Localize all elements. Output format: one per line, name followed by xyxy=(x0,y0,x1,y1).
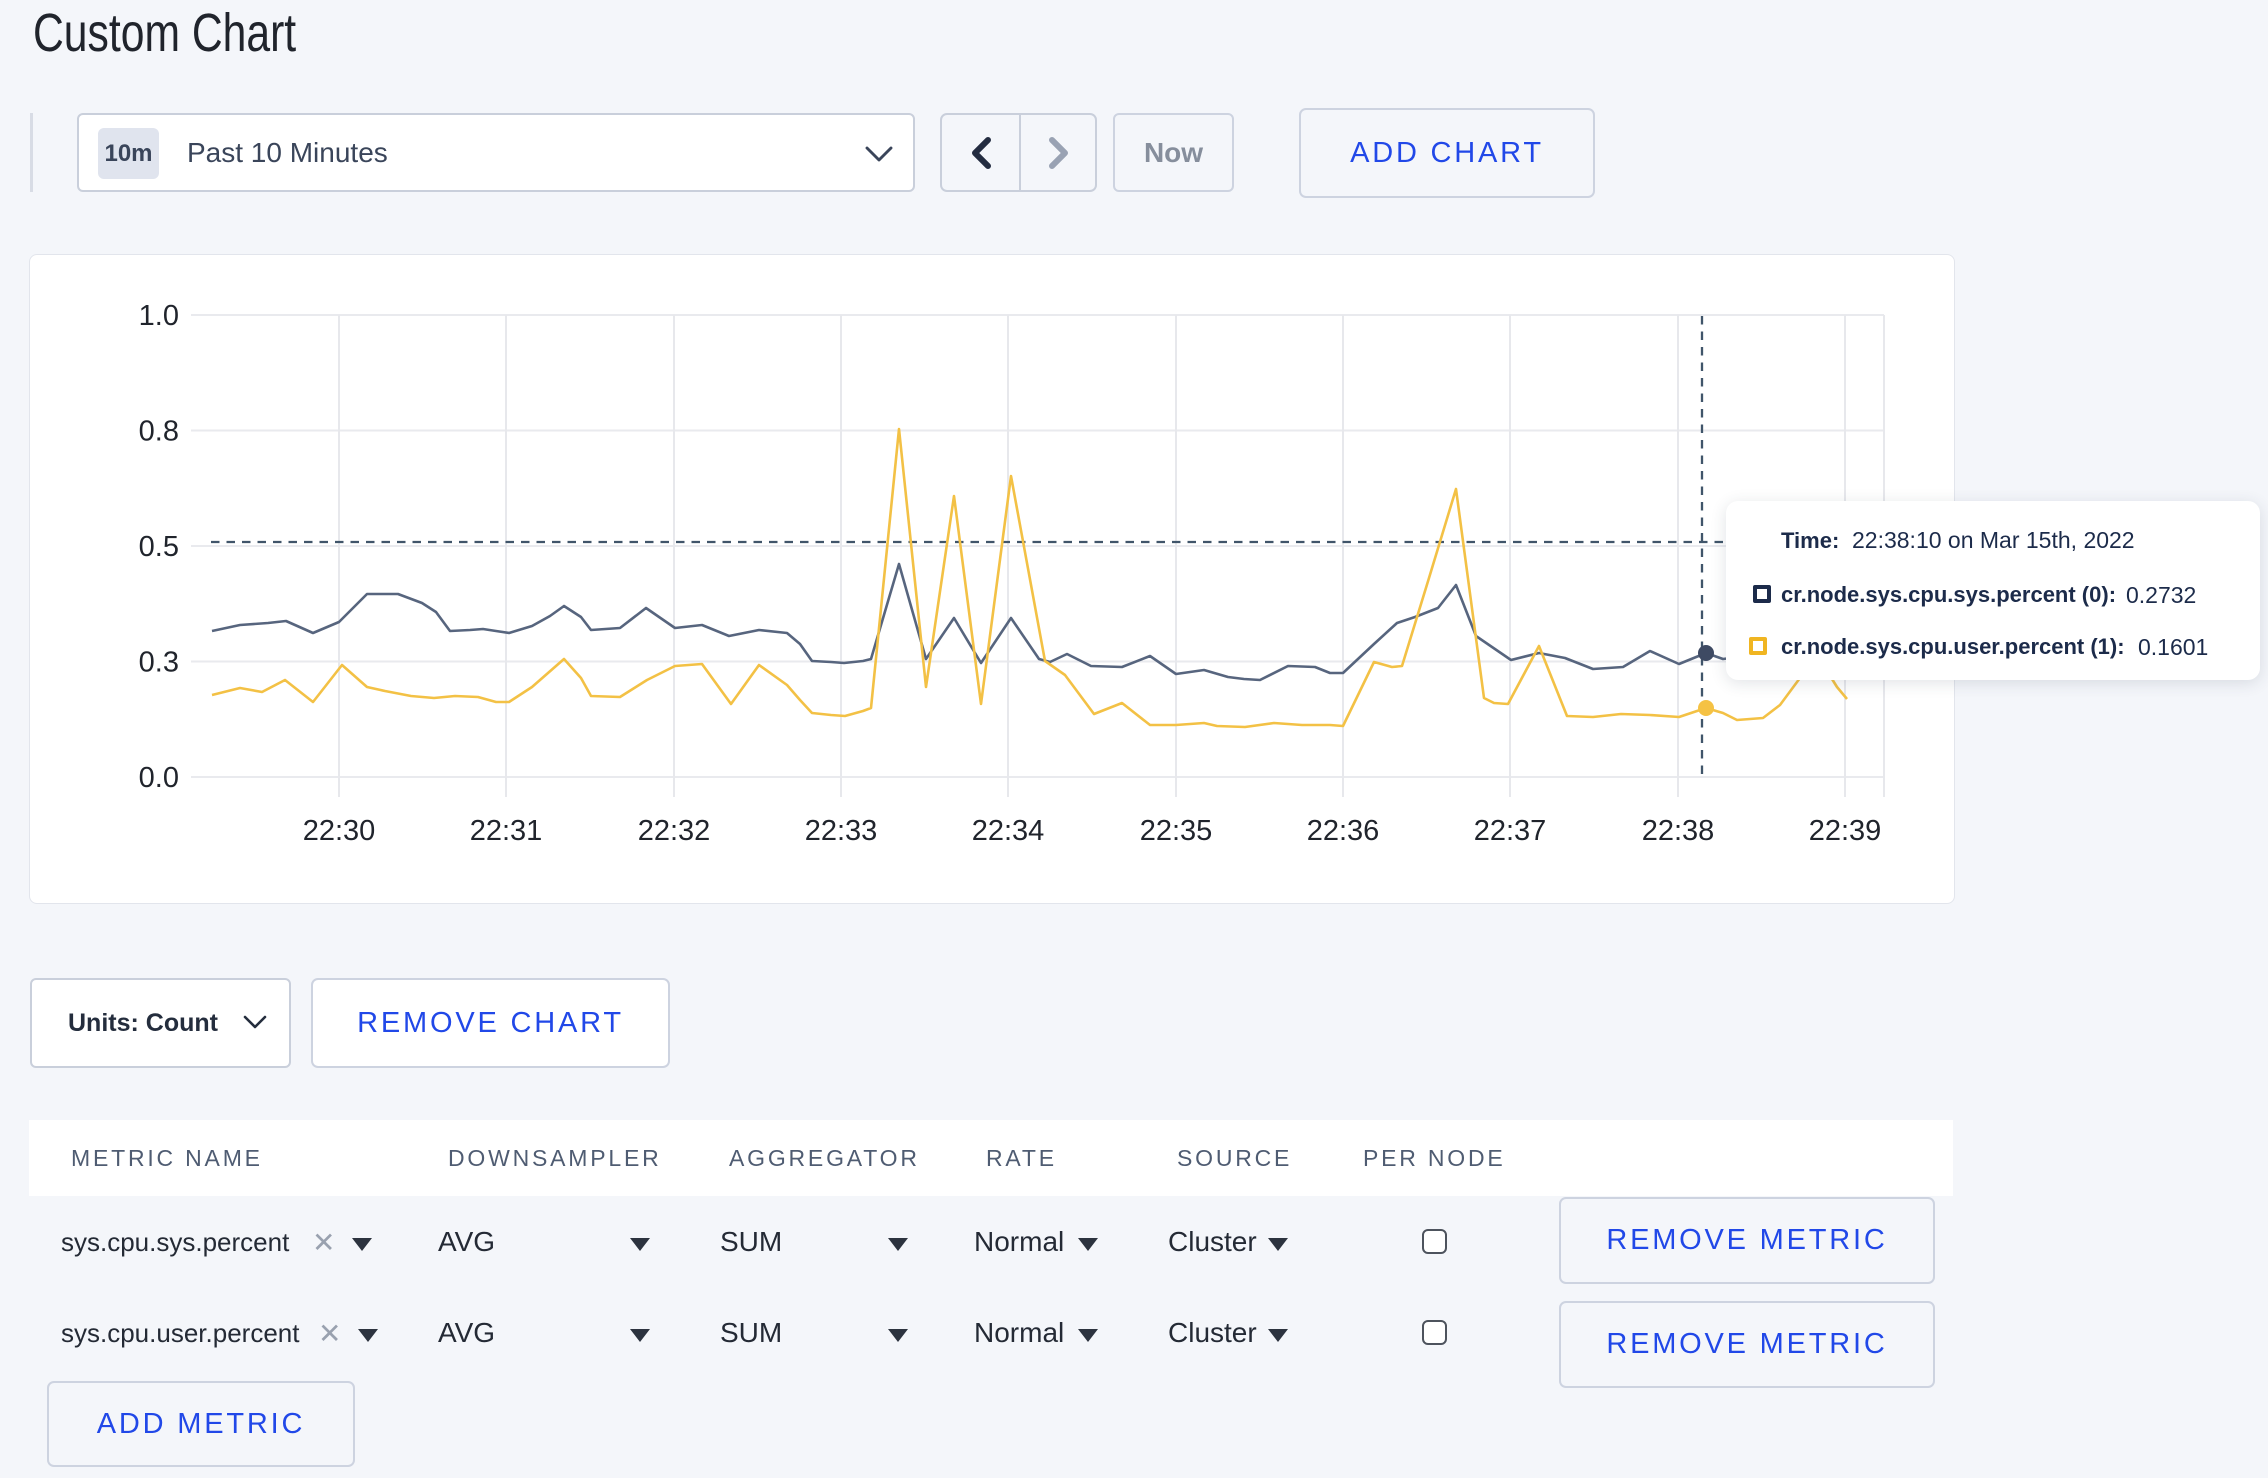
svg-text:0.0: 0.0 xyxy=(139,762,179,794)
svg-text:22:32: 22:32 xyxy=(638,815,711,847)
svg-text:0.3: 0.3 xyxy=(139,647,179,679)
svg-text:1.0: 1.0 xyxy=(139,300,179,332)
svg-text:0.5: 0.5 xyxy=(139,531,179,563)
svg-text:22:36: 22:36 xyxy=(1307,815,1380,847)
svg-text:22:33: 22:33 xyxy=(805,815,878,847)
svg-text:22:30: 22:30 xyxy=(303,815,376,847)
svg-text:22:31: 22:31 xyxy=(470,815,543,847)
svg-text:22:38: 22:38 xyxy=(1642,815,1715,847)
svg-text:22:39: 22:39 xyxy=(1809,815,1882,847)
svg-text:22:35: 22:35 xyxy=(1140,815,1213,847)
svg-text:22:34: 22:34 xyxy=(972,815,1045,847)
svg-text:22:37: 22:37 xyxy=(1474,815,1547,847)
svg-text:0.8: 0.8 xyxy=(139,416,179,448)
